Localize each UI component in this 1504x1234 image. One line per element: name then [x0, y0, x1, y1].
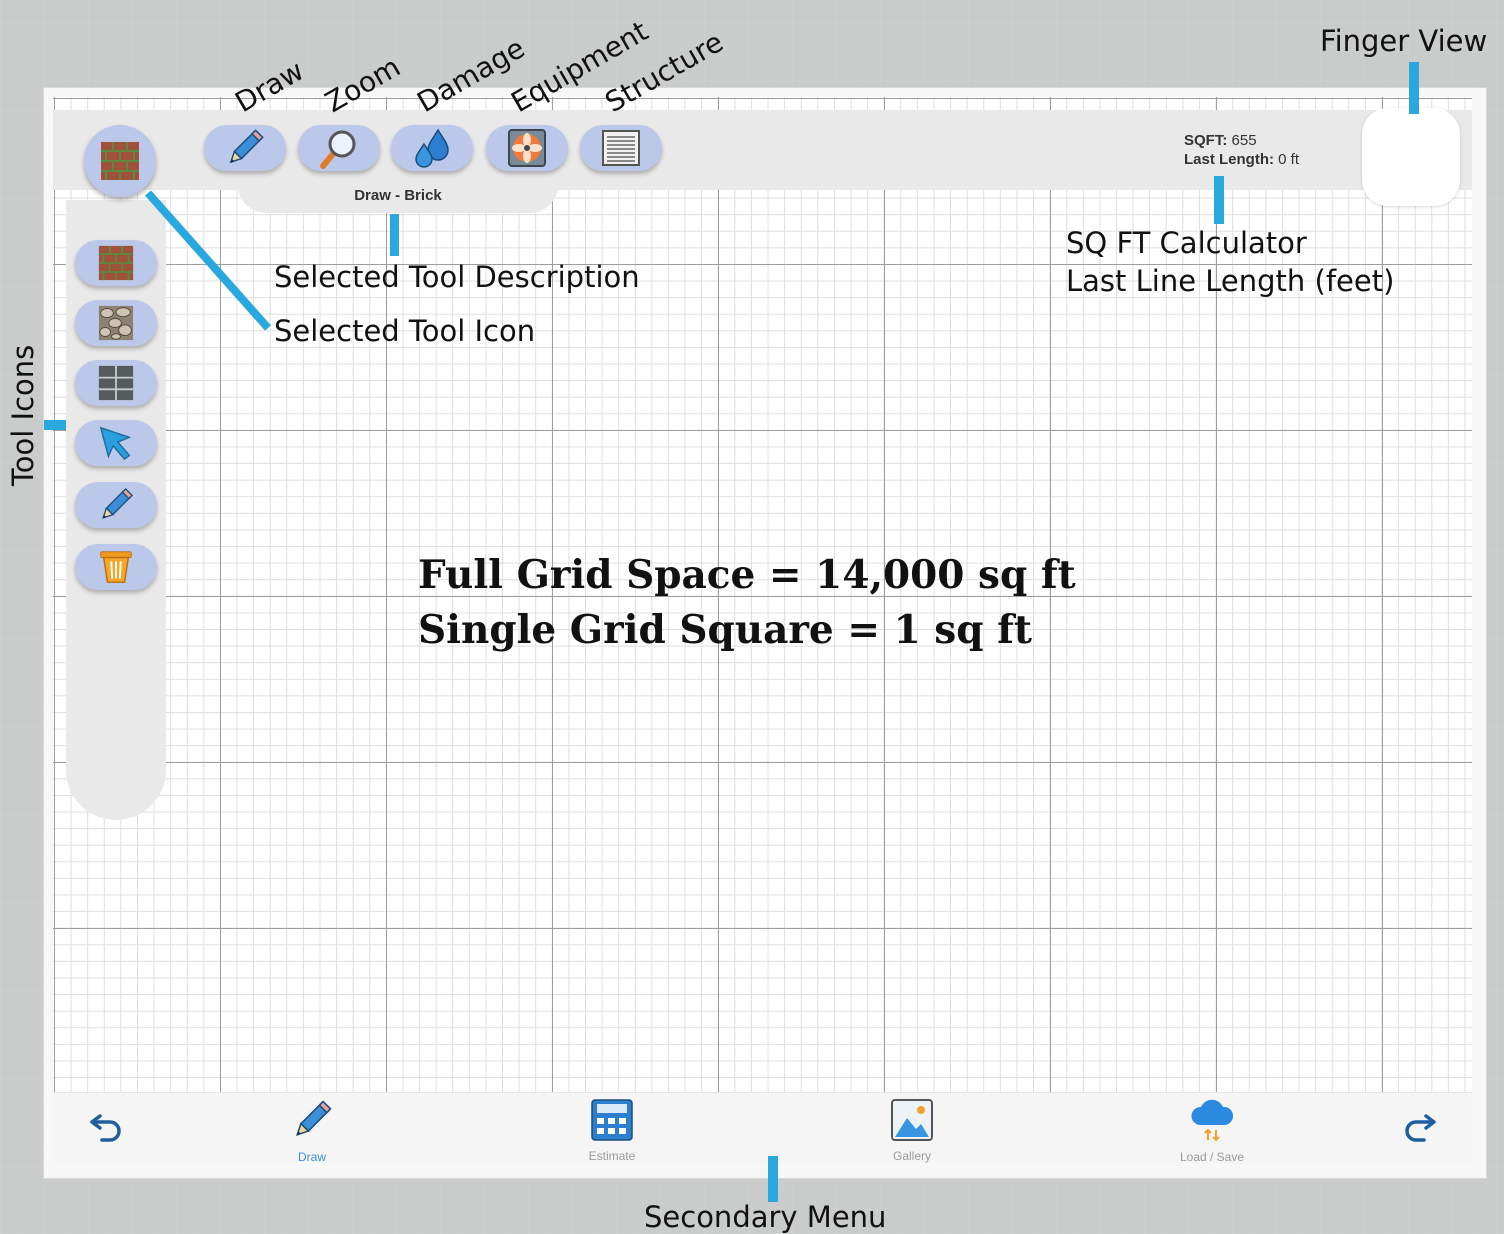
magnifier-icon [320, 130, 356, 169]
water-drops-icon [415, 128, 449, 168]
selected-tool-description: Draw - Brick [238, 180, 558, 213]
last-length-label: Last Length: [1184, 151, 1274, 168]
redo-icon [1405, 1114, 1436, 1142]
structure-tool-button[interactable] [580, 125, 662, 171]
undo-button[interactable] [88, 1108, 128, 1149]
nav-load-save-label: Load / Save [1179, 1150, 1245, 1164]
structure-lines-icon [602, 130, 640, 166]
annotation-finger-view: Finger View [1320, 24, 1488, 58]
pointer-selected-tool-icon [145, 190, 271, 331]
sqft-readout: SQFT: 655 Last Length: 0 ft [1184, 131, 1299, 169]
annotation-sqft-calculator: SQ FT Calculator [1066, 226, 1307, 260]
pointer-tool-icons [44, 420, 66, 430]
trash-icon [100, 551, 132, 583]
brick-icon [101, 142, 139, 180]
pencil-icon [229, 129, 264, 164]
cloud-icon [1191, 1099, 1234, 1142]
grid-scale-line-2: Single Grid Square = 1 sq ft [418, 607, 1032, 653]
stone-icon [98, 305, 134, 341]
brick-icon [98, 245, 134, 281]
annotation-tool-icons: Tool Icons [6, 344, 40, 486]
annotation-last-line-length: Last Line Length (feet) [1066, 264, 1395, 298]
nav-estimate-label: Estimate [588, 1149, 636, 1163]
sqft-label: SQFT: [1184, 132, 1228, 149]
pointer-selected-tool-description [390, 214, 399, 256]
pointer-finger-view [1409, 62, 1419, 114]
equipment-tool-button[interactable] [486, 125, 568, 171]
pencil-tool-button[interactable] [75, 482, 157, 528]
zoom-tool-button[interactable] [298, 125, 380, 171]
cursor-arrow-icon [99, 426, 132, 461]
damage-tool-button[interactable] [391, 125, 473, 171]
calculator-icon [591, 1099, 633, 1141]
last-length-value: 0 ft [1278, 151, 1300, 168]
nav-estimate[interactable]: Estimate [552, 1098, 672, 1163]
nav-draw[interactable]: Draw [252, 1097, 372, 1164]
annotation-selected-tool-icon: Selected Tool Icon [274, 314, 536, 348]
pencil-icon [295, 1100, 332, 1137]
pointer-secondary-menu [768, 1156, 778, 1202]
pencil-icon [102, 487, 134, 519]
nav-load-save[interactable]: Load / Save [1152, 1097, 1272, 1164]
tile-grid-icon [98, 365, 134, 401]
finger-view-panel[interactable] [1362, 108, 1460, 206]
annotation-secondary-menu: Secondary Menu [644, 1200, 887, 1234]
redo-button[interactable] [1398, 1108, 1438, 1149]
sqft-value: 655 [1231, 132, 1257, 149]
gallery-icon [891, 1099, 933, 1141]
grid-scale-line-1: Full Grid Space = 14,000 sq ft [418, 552, 1076, 598]
undo-icon [90, 1114, 121, 1142]
pointer-sqft-calculator [1214, 176, 1224, 224]
select-tool-button[interactable] [75, 420, 157, 466]
nav-gallery-label: Gallery [892, 1149, 931, 1163]
tile-tool-button[interactable] [75, 360, 157, 406]
nav-draw-label: Draw [297, 1150, 326, 1164]
fan-icon [508, 129, 546, 167]
draw-tool-button[interactable] [204, 125, 286, 171]
annotation-selected-tool-description: Selected Tool Description [274, 260, 640, 294]
nav-gallery[interactable]: Gallery [852, 1098, 972, 1163]
delete-tool-button[interactable] [75, 544, 157, 590]
grid-scale-note: Full Grid Space = 14,000 sq ft Single Gr… [418, 548, 1076, 658]
